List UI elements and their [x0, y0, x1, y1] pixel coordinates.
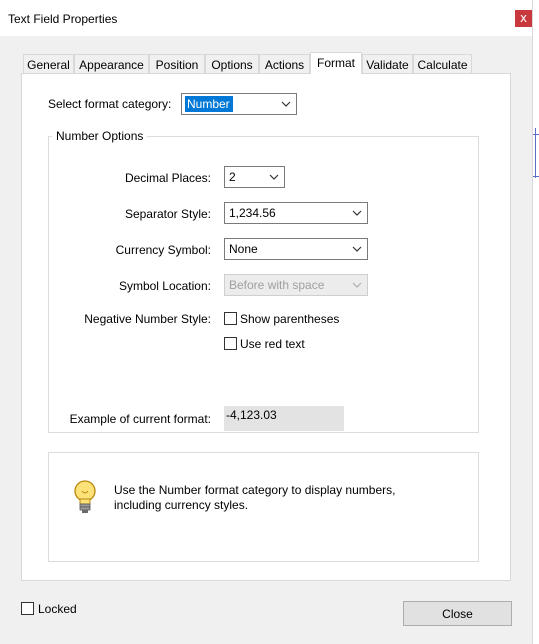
currency-symbol-label: Currency Symbol: [115, 243, 211, 257]
close-icon: x [519, 11, 528, 25]
chevron-down-icon [352, 246, 362, 252]
tab-options[interactable]: Options [205, 54, 259, 74]
chevron-down-icon [352, 210, 362, 216]
use-red-text-checkbox[interactable] [224, 337, 237, 350]
tab-general[interactable]: General [23, 54, 74, 74]
background-window-edge [532, 0, 539, 644]
symbol-location-value: Before with space [229, 278, 325, 292]
background-window-mark [535, 128, 537, 178]
tab-format[interactable]: Format [310, 52, 362, 74]
number-options-legend: Number Options [52, 129, 148, 143]
tab-calculate[interactable]: Calculate [413, 54, 472, 74]
format-category-label: Select format category: [48, 97, 172, 111]
background-window-mark [533, 134, 539, 135]
format-panel: Select format category: Number Number Op… [21, 73, 511, 581]
chevron-down-icon [269, 174, 279, 180]
chevron-down-icon [352, 282, 362, 288]
use-red-text-label[interactable]: Use red text [240, 337, 305, 351]
info-text: Use the Number format category to displa… [114, 483, 396, 512]
decimal-places-value: 2 [229, 170, 236, 184]
info-box: Use the Number format category to displa… [48, 452, 479, 562]
example-format-label: Example of current format: [69, 412, 211, 426]
tab-appearance[interactable]: Appearance [74, 54, 149, 74]
decimal-places-label: Decimal Places: [124, 171, 211, 185]
symbol-location-select: Before with space [224, 274, 368, 296]
show-parentheses-label[interactable]: Show parentheses [240, 312, 339, 326]
locked-checkbox[interactable] [21, 602, 34, 615]
locked-label[interactable]: Locked [38, 602, 77, 616]
negative-number-style-label: Negative Number Style: [84, 312, 211, 326]
background-window-mark [533, 176, 539, 177]
format-category-select[interactable]: Number [181, 93, 297, 115]
symbol-location-label: Symbol Location: [118, 279, 211, 293]
separator-style-label: Separator Style: [124, 207, 211, 221]
title-bar: Text Field Properties x [0, 0, 539, 36]
chevron-down-icon [281, 101, 291, 107]
example-format-value: -4,123.03 [224, 406, 344, 431]
window-title: Text Field Properties [8, 12, 118, 26]
lightbulb-icon [74, 480, 96, 513]
format-category-value: Number [185, 96, 233, 112]
window-close-button[interactable]: x [515, 10, 532, 27]
decimal-places-select[interactable]: 2 [224, 166, 285, 188]
separator-style-select[interactable]: 1,234.56 [224, 202, 368, 224]
tab-actions[interactable]: Actions [259, 54, 310, 74]
close-button[interactable]: Close [403, 601, 512, 626]
tab-validate[interactable]: Validate [362, 54, 413, 74]
currency-symbol-select[interactable]: None [224, 238, 368, 260]
currency-symbol-value: None [229, 242, 258, 256]
separator-style-value: 1,234.56 [229, 206, 276, 220]
tab-position[interactable]: Position [149, 54, 205, 74]
show-parentheses-checkbox[interactable] [224, 312, 237, 325]
